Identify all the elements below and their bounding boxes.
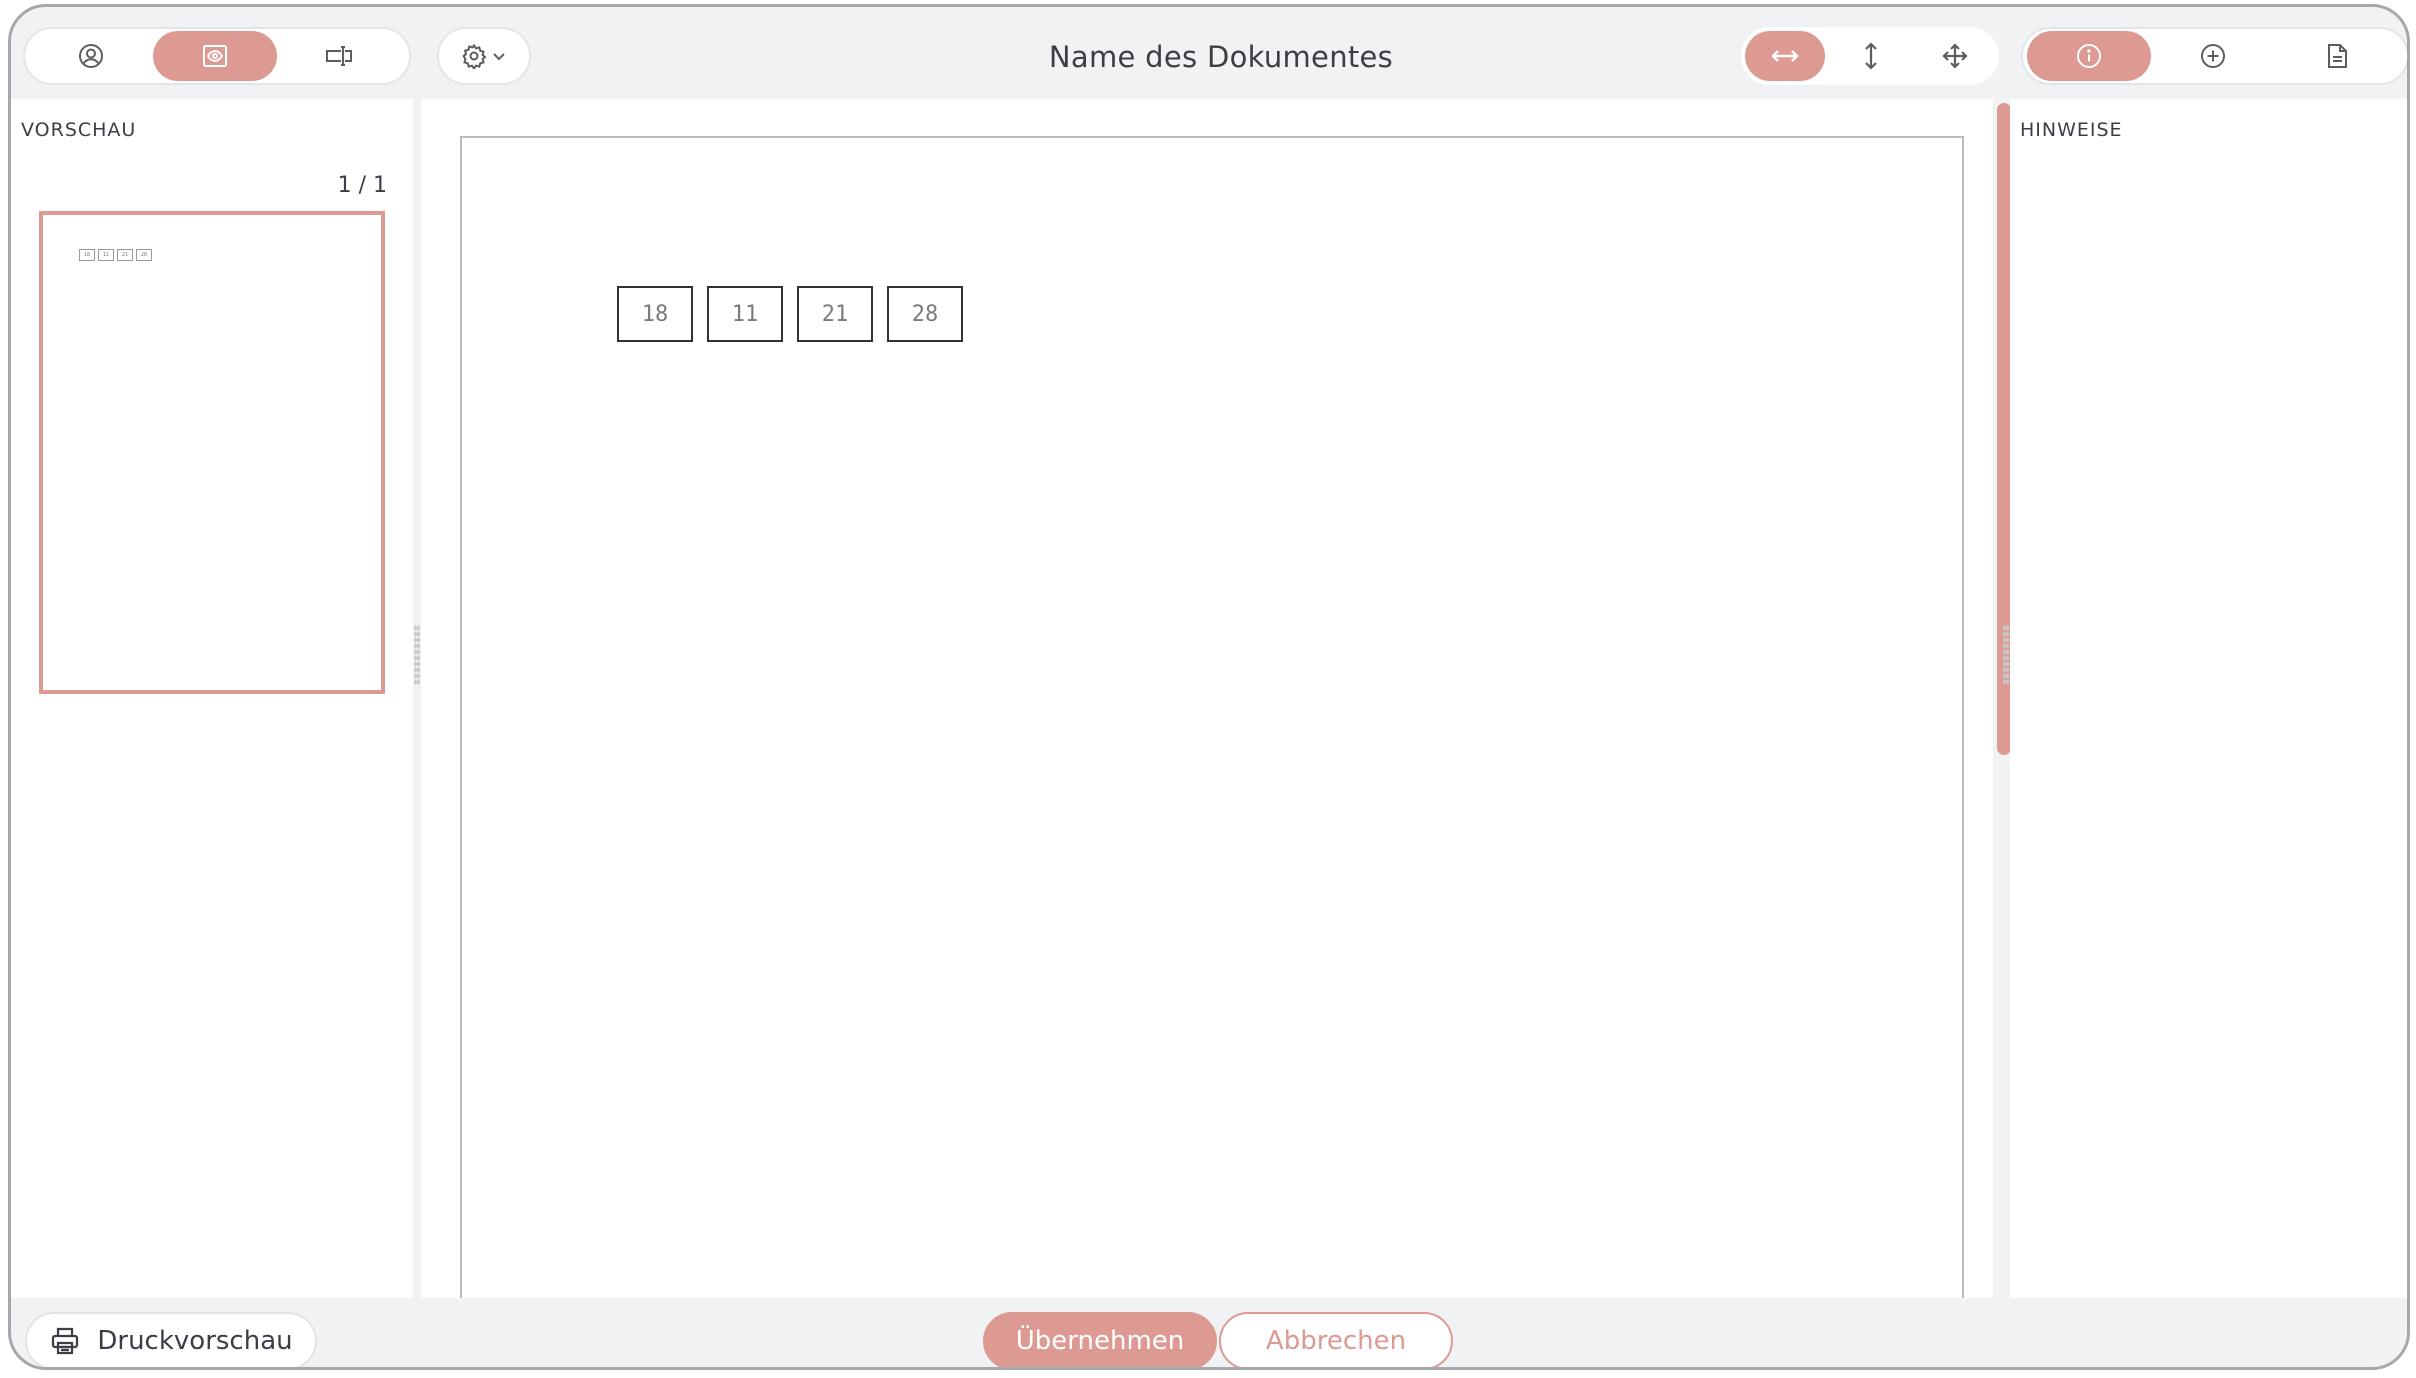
- move-button[interactable]: [1915, 31, 1995, 81]
- digit-field[interactable]: 11: [707, 286, 783, 342]
- settings-dropdown[interactable]: [437, 27, 531, 85]
- text-field-icon: [326, 46, 352, 66]
- add-button[interactable]: [2151, 31, 2275, 81]
- page-counter: 1 / 1: [337, 173, 387, 198]
- chevron-down-icon: [493, 53, 505, 61]
- document-icon: [2328, 44, 2347, 68]
- right-resize-handle[interactable]: [2003, 625, 2009, 685]
- digit-field[interactable]: 21: [797, 286, 873, 342]
- preview-eye-icon: [203, 45, 227, 67]
- thumbnail-field: 18: [79, 249, 95, 261]
- cancel-button[interactable]: Abbrechen: [1219, 1312, 1453, 1367]
- document-button[interactable]: [2275, 31, 2399, 81]
- hints-panel-label: HINWEISE: [2020, 119, 2123, 141]
- view-mode-switcher: [1741, 27, 1999, 85]
- info-icon: [2077, 44, 2101, 68]
- thumbnail-field: 11: [98, 249, 114, 261]
- info-button[interactable]: [2027, 31, 2151, 81]
- thumbnail-field: 28: [136, 249, 152, 261]
- thumbnail-field: 21: [117, 249, 133, 261]
- move-icon: [1942, 43, 1968, 69]
- digit-field[interactable]: 28: [887, 286, 963, 342]
- document-page: 18 11 21 28: [460, 136, 1964, 1298]
- field-mode-button[interactable]: [277, 31, 401, 81]
- page-thumbnail[interactable]: 18 11 21 28: [39, 211, 385, 694]
- document-viewer: 18 11 21 28: [421, 99, 1993, 1298]
- left-resize-handle[interactable]: [414, 625, 420, 685]
- app-window: Name des Dokumentes VORSCHAU 1 / 1 18 11…: [8, 4, 2410, 1370]
- document-title: Name des Dokumentes: [1048, 40, 1394, 74]
- add-circle-icon: [2201, 44, 2225, 68]
- thumbnail-fields: 18 11 21 28: [79, 249, 152, 261]
- input-field-group: 18 11 21 28: [617, 286, 963, 342]
- print-preview-button[interactable]: Druckvorschau: [25, 1312, 317, 1367]
- print-preview-label: Druckvorschau: [97, 1326, 293, 1356]
- user-mode-button[interactable]: [29, 31, 153, 81]
- preview-panel-label: VORSCHAU: [21, 119, 137, 141]
- fit-height-icon: [1865, 42, 1877, 70]
- fit-width-button[interactable]: [1745, 31, 1825, 81]
- digit-field[interactable]: 18: [617, 286, 693, 342]
- hint-panel-switcher: [2021, 27, 2407, 85]
- user-circle-icon: [79, 44, 103, 68]
- preview-panel: VORSCHAU 1 / 1 18 11 21 28: [11, 99, 413, 1298]
- hints-panel: HINWEISE: [2010, 99, 2407, 1298]
- fit-height-button[interactable]: [1831, 31, 1911, 81]
- gear-icon: [462, 43, 487, 69]
- panel-mode-switcher: [23, 27, 411, 85]
- apply-button[interactable]: Übernehmen: [983, 1312, 1217, 1367]
- preview-mode-button[interactable]: [153, 31, 277, 81]
- fit-width-icon: [1771, 50, 1799, 62]
- printer-icon: [52, 1327, 79, 1355]
